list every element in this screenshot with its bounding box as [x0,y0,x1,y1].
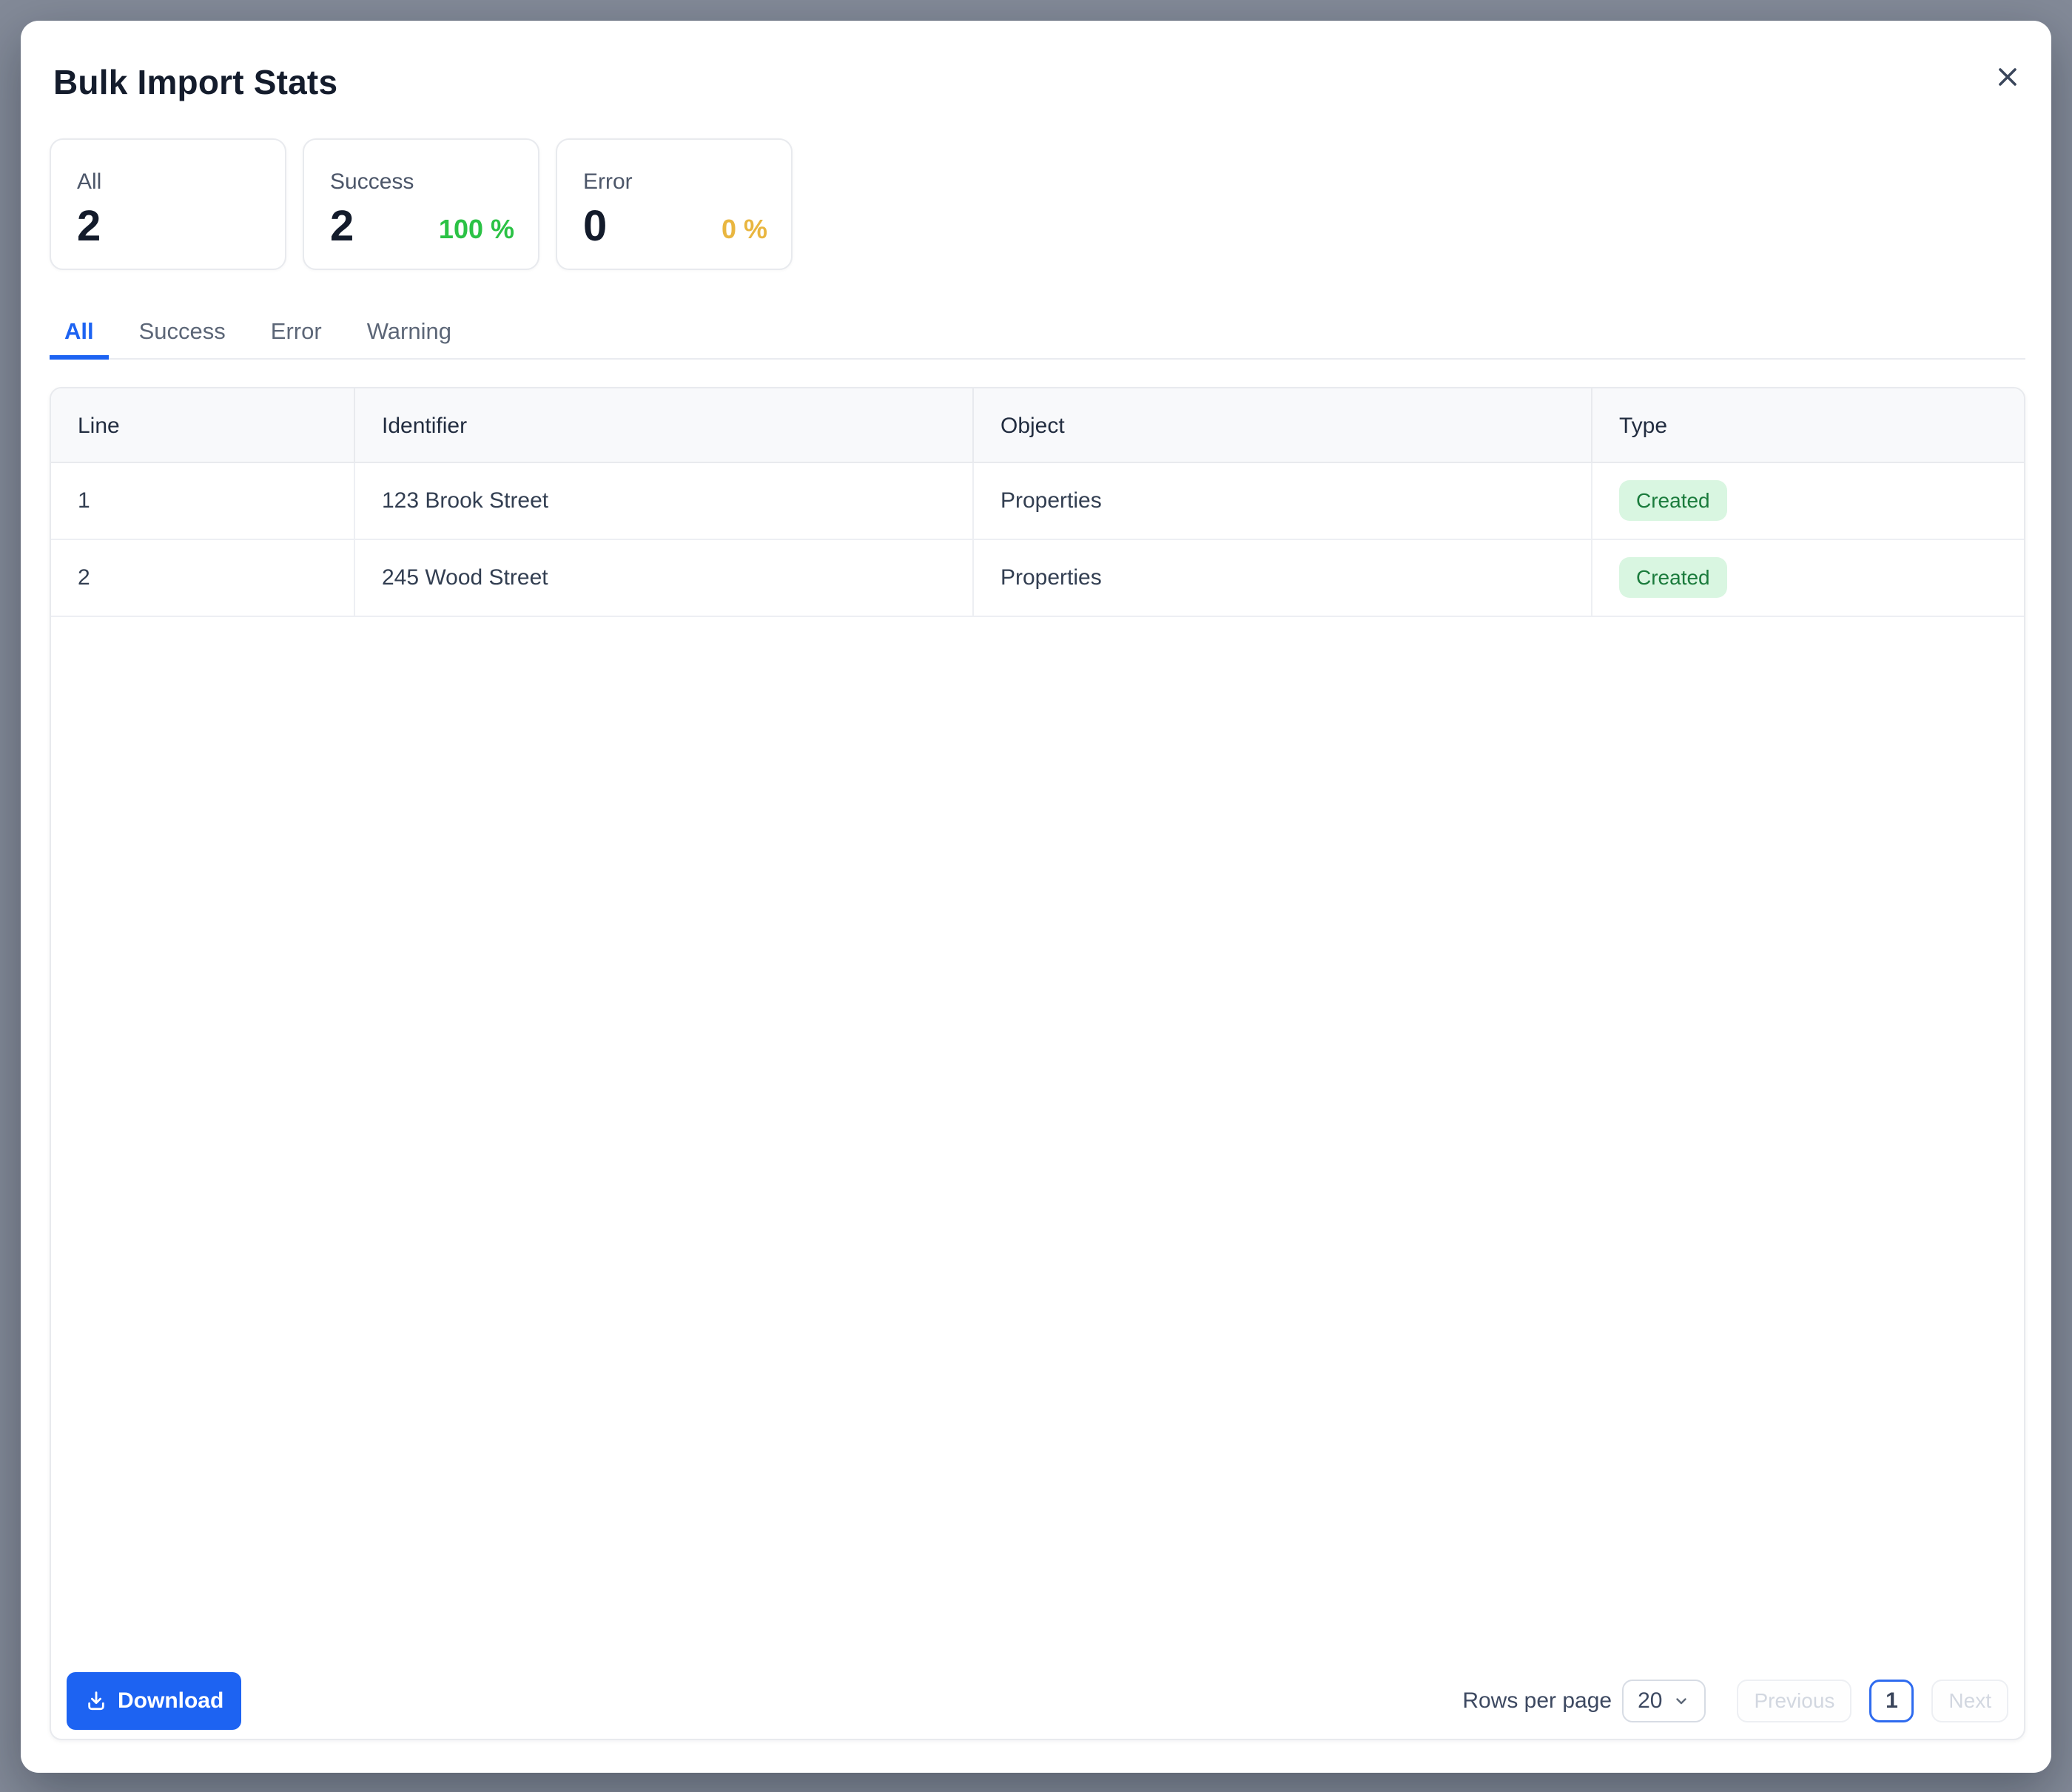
column-header-line: Line [51,388,354,462]
cell-object: Properties [972,463,1591,539]
rows-per-page-label: Rows per page [1462,1688,1612,1714]
tab-error[interactable]: Error [256,318,337,358]
previous-page-button[interactable]: Previous [1737,1680,1851,1722]
dialog-header: Bulk Import Stats [53,65,2025,99]
download-button[interactable]: Download [67,1672,241,1730]
stat-percent: 100 % [439,216,514,243]
stat-percent: 0 % [722,216,767,243]
cell-identifier: 245 Wood Street [354,540,972,616]
status-badge-created: Created [1619,480,1727,521]
table-row: 2 245 Wood Street Properties Created [51,540,2024,617]
page-size-value: 20 [1638,1688,1662,1714]
table-row: 1 123 Brook Street Properties Created [51,463,2024,540]
page-size-select[interactable]: 20 [1622,1680,1706,1722]
next-page-button[interactable]: Next [1931,1680,2008,1722]
stats-cards: All 2 Success 2 100 % Error 0 0 % [50,138,2025,270]
tab-warning[interactable]: Warning [352,318,466,358]
close-button[interactable] [1990,59,2025,95]
cell-object: Properties [972,540,1591,616]
cell-line: 2 [51,540,354,616]
modal-backdrop: { "modal": { "title": "Bulk Import Stats… [0,0,2072,1792]
stat-label: All [77,169,261,195]
chevron-down-icon [1672,1692,1690,1710]
table-header-row: Line Identifier Object Type [51,388,2024,463]
dialog-title: Bulk Import Stats [53,65,337,99]
import-results-table: Line Identifier Object Type 1 123 Brook … [50,387,2025,1740]
cell-type: Created [1591,463,2024,539]
stat-card-all: All 2 [50,138,286,270]
close-icon [1997,66,2019,88]
cell-type: Created [1591,540,2024,616]
filter-tabs: All Success Error Warning [50,318,2025,360]
stat-value: 2 [330,206,354,246]
column-header-type: Type [1591,388,2024,462]
stat-label: Error [583,169,767,195]
status-badge-created: Created [1619,557,1727,598]
stat-label: Success [330,169,514,195]
cell-line: 1 [51,463,354,539]
stat-value: 0 [583,206,607,246]
stat-card-success: Success 2 100 % [303,138,539,270]
table-empty-area [51,617,2024,1672]
column-header-object: Object [972,388,1591,462]
tab-all[interactable]: All [50,318,109,360]
table-footer: Download Rows per page 20 Previous 1 Nex… [51,1672,2024,1739]
stat-card-error: Error 0 0 % [556,138,793,270]
download-icon [84,1689,108,1713]
tab-success[interactable]: Success [124,318,240,358]
bulk-import-stats-dialog: Bulk Import Stats All 2 Success 2 100 % … [21,21,2051,1773]
stat-value: 2 [77,206,101,246]
column-header-identifier: Identifier [354,388,972,462]
current-page-button[interactable]: 1 [1869,1680,1914,1722]
cell-identifier: 123 Brook Street [354,463,972,539]
download-label: Download [118,1688,223,1714]
pagination-controls: Rows per page 20 Previous 1 Next [1462,1680,2008,1722]
